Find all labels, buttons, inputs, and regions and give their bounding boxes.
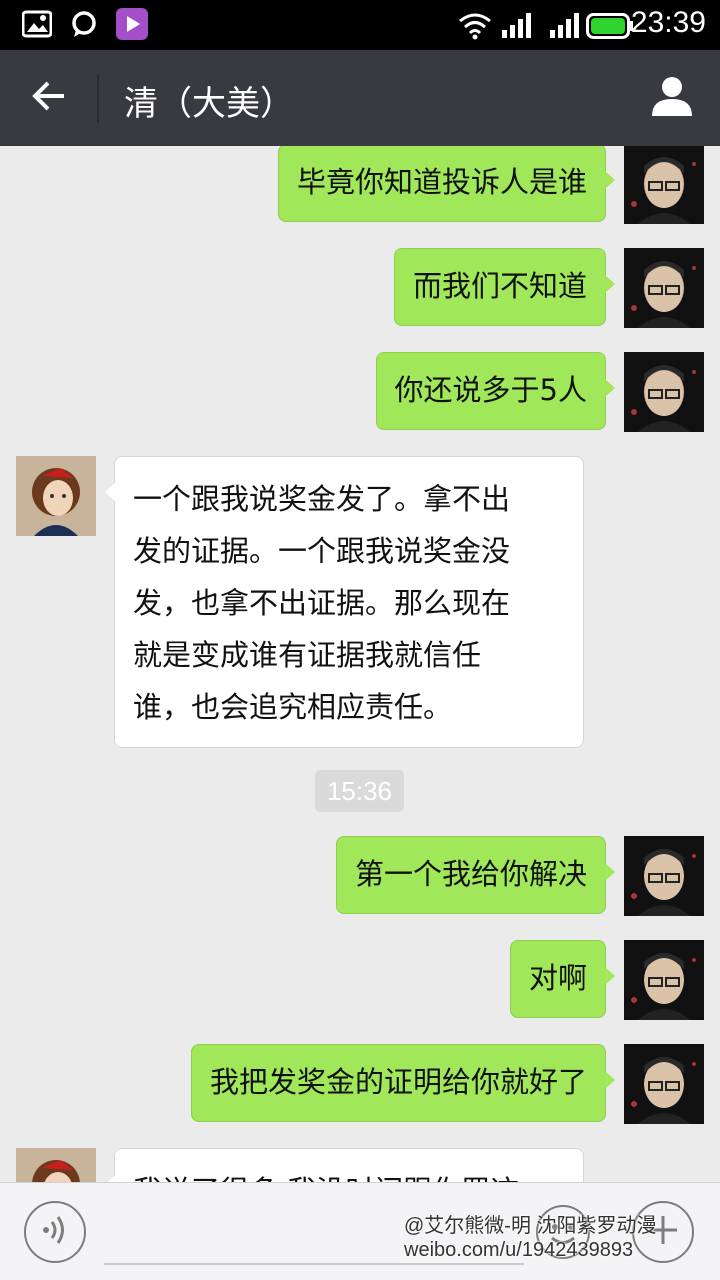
chat-title: 清（大美） — [124, 84, 294, 124]
message-timestamp: 15:36 — [315, 770, 404, 812]
message-line: 一个跟我说奖金发了。拿不出 — [133, 482, 511, 516]
my-avatar[interactable] — [624, 836, 704, 916]
watermark-url: weibo.com/u/1942439893 — [404, 1239, 634, 1261]
contact-info-button[interactable] — [646, 72, 698, 124]
message-line: 谁，也会追究相应责任。 — [133, 690, 453, 724]
message-line: 就是变成谁有证据我就信任 — [133, 638, 482, 672]
my-message-bubble[interactable]: 第一个我给你解决 — [335, 836, 616, 914]
header-divider — [97, 75, 99, 123]
contact-info-icon — [650, 75, 694, 121]
my-avatar[interactable] — [624, 146, 704, 224]
my-message-bubble[interactable]: 毕竟你知道投诉人是谁 — [277, 146, 616, 222]
cell-signal-icon — [500, 12, 532, 42]
contact-avatar[interactable] — [16, 1148, 96, 1182]
watermark: @艾尔熊微-明 沈阳紫罗动漫 weibo.com/u/1942439893 — [404, 1214, 716, 1262]
cell-signal-icon — [548, 12, 580, 42]
my-message-bubble[interactable]: 而我们不知道 — [393, 248, 616, 326]
gallery-icon — [21, 10, 53, 42]
my-avatar[interactable] — [624, 352, 704, 432]
contact-avatar[interactable] — [16, 456, 96, 536]
my-avatar[interactable] — [624, 1044, 704, 1124]
message-input[interactable] — [104, 1263, 524, 1265]
chat-header: 清（大美） — [0, 50, 720, 146]
message-line: 发的证据。一个跟我说奖金没 — [133, 534, 511, 568]
my-message-bubble[interactable]: 你还说多于5人 — [375, 352, 616, 430]
contact-message-bubble[interactable]: 我说了很多 我没时间跟你罗这 — [105, 1148, 584, 1182]
message-line: 发，也拿不出证据。那么现在 — [133, 586, 511, 620]
my-avatar[interactable] — [624, 248, 704, 328]
contact-message-bubble[interactable]: 一个跟我说奖金发了。拿不出 发的证据。一个跟我说奖金没 发，也拿不出证据。那么现… — [105, 456, 584, 748]
battery-icon — [586, 13, 634, 43]
chat-notification-icon — [70, 10, 98, 42]
message-list[interactable]: 毕竟你知道投诉人是谁 而我们不知道 你还说多于5人 一个跟我说奖金发了。拿不出 … — [0, 146, 720, 1182]
watermark-line: @艾尔熊微-明 沈阳紫罗动漫 — [404, 1215, 657, 1237]
message-line: 我说了很多 我没时间跟你罗这 — [133, 1165, 565, 1182]
my-avatar[interactable] — [624, 940, 704, 1020]
back-arrow-icon — [31, 80, 67, 116]
my-message-bubble[interactable]: 我把发奖金的证明给你就好了 — [190, 1044, 616, 1122]
status-time: 23:39 — [630, 6, 706, 39]
voice-input-button[interactable] — [24, 1201, 86, 1263]
status-bar: 23:39 — [0, 0, 720, 50]
back-button[interactable] — [18, 68, 80, 128]
media-player-icon — [116, 8, 148, 44]
my-message-bubble[interactable]: 对啊 — [509, 940, 616, 1018]
voice-input-icon — [40, 1213, 70, 1251]
wifi-icon — [458, 12, 492, 44]
